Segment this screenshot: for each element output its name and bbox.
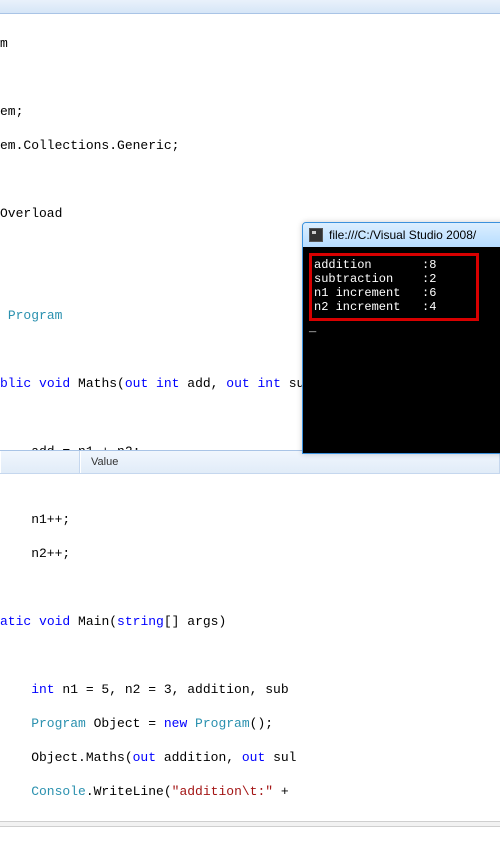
col-label: Value — [91, 456, 118, 468]
code-text: sul — [265, 750, 296, 765]
code-text: m — [0, 36, 8, 51]
console-title-text: file:///C:/Visual Studio 2008/ — [329, 228, 476, 242]
code-keyword: string — [117, 614, 164, 629]
code-text: Object = — [86, 716, 164, 731]
code-keyword: out — [133, 750, 156, 765]
code-text: .WriteLine( — [86, 784, 172, 799]
code-keyword: void — [31, 376, 70, 391]
code-text: Main( — [70, 614, 117, 629]
watch-col-value[interactable]: Value — [80, 451, 500, 473]
code-keyword: blic — [0, 376, 31, 391]
code-keyword: int — [250, 376, 281, 391]
console-output: addition :8 subtraction :2 n1 increment … — [303, 247, 500, 453]
code-text: Maths( — [70, 376, 125, 391]
code-keyword: new — [164, 716, 187, 731]
watch-header: Value — [0, 451, 500, 473]
code-text: em; — [0, 104, 23, 119]
code-text: [] args) — [164, 614, 226, 629]
code-type: Program — [8, 308, 63, 323]
toolbar-strip — [0, 0, 500, 14]
code-keyword: atic — [0, 614, 31, 629]
code-type: Console — [0, 784, 86, 799]
console-icon — [309, 228, 323, 242]
code-text: add, — [179, 376, 226, 391]
console-window[interactable]: file:///C:/Visual Studio 2008/ addition … — [302, 222, 500, 454]
code-text: n1 = 5, n2 = 3, addition, sub — [55, 682, 289, 697]
code-type: Program — [0, 716, 86, 731]
watch-panel: Value — [0, 450, 500, 500]
highlight-box: addition :8 subtraction :2 n1 increment … — [309, 253, 479, 321]
console-line: addition :8 — [314, 258, 436, 272]
code-keyword: int — [148, 376, 179, 391]
console-cursor: _ — [309, 321, 316, 335]
code-keyword: out — [226, 376, 249, 391]
code-text — [0, 308, 8, 323]
code-text: addition, — [156, 750, 242, 765]
console-line: n1 increment :6 — [314, 286, 436, 300]
code-text: (); — [250, 716, 273, 731]
code-text: n2++; — [0, 546, 70, 561]
code-text: em.Collections.Generic; — [0, 138, 179, 153]
watch-col-name[interactable] — [0, 451, 80, 473]
divider — [0, 821, 500, 827]
code-text: Overload — [0, 206, 62, 221]
console-line: subtraction :2 — [314, 272, 436, 286]
code-text: + — [273, 784, 296, 799]
code-keyword: int — [0, 682, 55, 697]
code-string: "addition\t:" — [172, 784, 273, 799]
code-keyword: void — [31, 614, 70, 629]
console-titlebar[interactable]: file:///C:/Visual Studio 2008/ — [303, 223, 500, 247]
code-text: n1++; — [0, 512, 70, 527]
code-keyword: out — [125, 376, 148, 391]
code-text: Object.Maths( — [0, 750, 133, 765]
code-keyword: out — [242, 750, 265, 765]
console-line: n2 increment :4 — [314, 300, 436, 314]
watch-body[interactable] — [0, 473, 500, 501]
code-type: Program — [187, 716, 249, 731]
